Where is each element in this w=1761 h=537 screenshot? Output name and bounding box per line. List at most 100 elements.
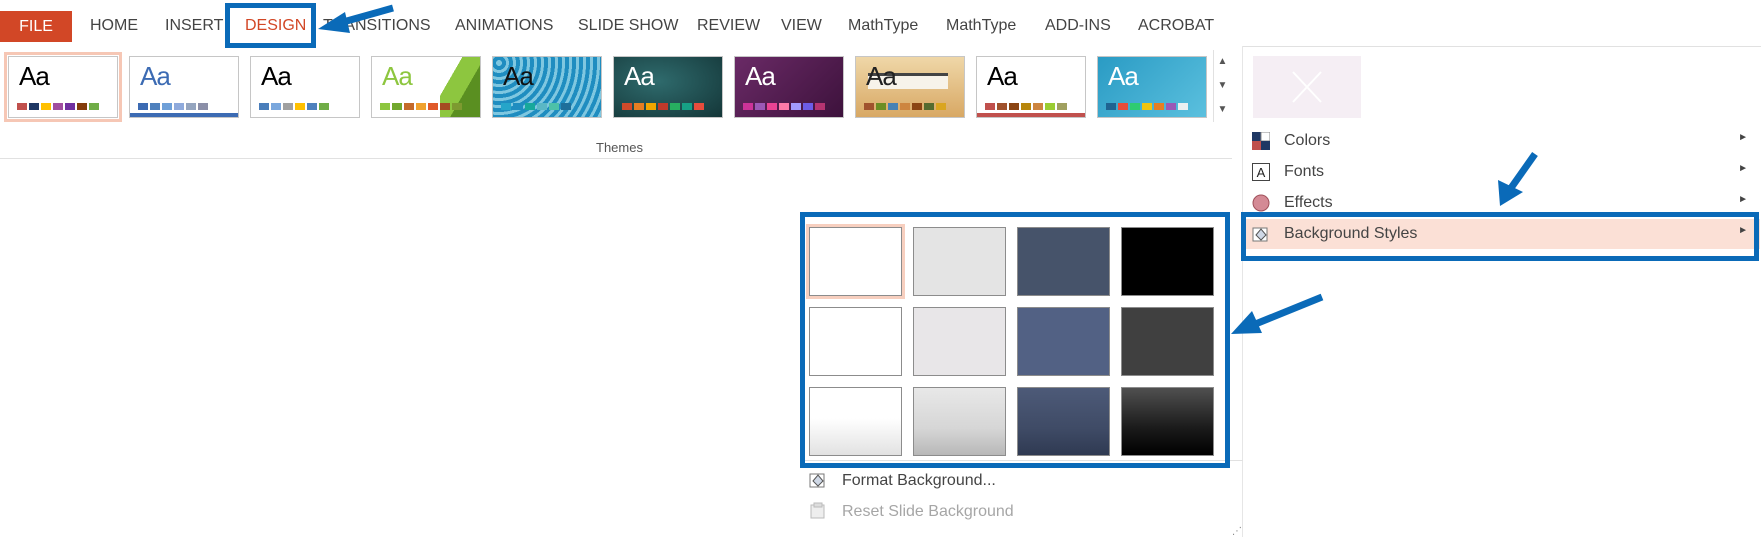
tab-insert[interactable]: INSERT [165, 10, 223, 42]
menu-item-fonts[interactable]: A Fonts ► [1244, 157, 1760, 187]
theme-slice[interactable]: Aa [734, 56, 844, 118]
theme-color-swatches [743, 103, 825, 110]
theme-berlin[interactable]: Aa [976, 56, 1086, 118]
color-swatch [815, 103, 825, 110]
color-swatch [985, 103, 995, 110]
color-swatch [525, 103, 535, 110]
theme-integral[interactable]: Aa [250, 56, 360, 118]
submenu-arrow-icon: ► [1738, 194, 1748, 205]
color-swatch [89, 103, 99, 110]
theme-wisp[interactable]: Aa [855, 56, 965, 118]
color-swatch [259, 103, 269, 110]
color-swatch [428, 103, 438, 110]
theme-office-theme[interactable]: Aa [4, 52, 122, 122]
color-swatch [1142, 103, 1152, 110]
effects-label: Effects [1284, 194, 1333, 211]
scroll-up-icon[interactable]: ▲ [1214, 50, 1231, 74]
reset-background-icon [810, 502, 825, 519]
tab-add-ins[interactable]: ADD-INS [1045, 10, 1111, 42]
color-swatch [755, 103, 765, 110]
tab-slide-show[interactable]: SLIDE SHOW [578, 10, 678, 42]
color-swatch [392, 103, 402, 110]
theme-color-swatches [501, 103, 571, 110]
theme-organic[interactable]: Aa [492, 56, 602, 118]
color-swatch [912, 103, 922, 110]
theme-color-swatches [985, 103, 1067, 110]
theme-frame[interactable]: Aa [1097, 56, 1207, 118]
placeholder-x-icon [1292, 71, 1322, 103]
color-swatch [1033, 103, 1043, 110]
theme-facet[interactable]: Aa [129, 56, 239, 118]
variant-thumbnail[interactable] [1253, 56, 1361, 118]
color-swatch [513, 103, 523, 110]
theme-retrospect[interactable]: Aa [613, 56, 723, 118]
color-swatch [658, 103, 668, 110]
more-themes-icon[interactable]: ▼ [1214, 98, 1231, 122]
submenu-arrow-icon: ► [1738, 132, 1748, 143]
theme-color-swatches [138, 103, 208, 110]
scroll-down-icon[interactable]: ▼ [1214, 74, 1231, 98]
color-swatch [924, 103, 934, 110]
tab-mathtype-2[interactable]: MathType [946, 10, 1016, 42]
theme-ion-boardroom[interactable]: Aa [371, 56, 481, 118]
tab-view[interactable]: VIEW [781, 10, 822, 42]
format-background-icon [809, 473, 825, 488]
color-swatch [1118, 103, 1128, 110]
tab-file[interactable]: FILE [0, 11, 72, 42]
theme-color-swatches [259, 103, 329, 110]
ribbon-divider [0, 158, 1232, 159]
color-swatch [1166, 103, 1176, 110]
color-swatch [936, 103, 946, 110]
tab-transitions[interactable]: TRANSITIONS [323, 10, 431, 42]
theme-accent-bar [977, 113, 1085, 117]
tab-acrobat[interactable]: ACROBAT [1138, 10, 1214, 42]
tab-review[interactable]: REVIEW [697, 10, 760, 42]
color-swatch [440, 103, 450, 110]
arrow-to-gallery-icon [1231, 293, 1324, 334]
theme-sample-text: Aa [503, 61, 534, 91]
color-swatch [29, 103, 39, 110]
theme-accent-bar [130, 113, 238, 117]
color-swatch [694, 103, 704, 110]
tab-animations[interactable]: ANIMATIONS [455, 10, 553, 42]
color-swatch [1130, 103, 1140, 110]
fonts-icon: A [1252, 163, 1270, 181]
color-swatch [900, 103, 910, 110]
theme-sample-text: Aa [1108, 61, 1139, 91]
color-swatch [174, 103, 184, 110]
color-swatch [17, 103, 27, 110]
theme-sample-text: Aa [866, 61, 897, 91]
color-swatch [1106, 103, 1116, 110]
color-swatch [646, 103, 656, 110]
color-swatch [1021, 103, 1031, 110]
theme-sample-text: Aa [745, 61, 776, 91]
svg-text:A: A [1257, 165, 1266, 180]
resize-grip-icon[interactable]: ⋰ [1232, 526, 1242, 537]
color-swatch [791, 103, 801, 110]
tab-mathtype-1[interactable]: MathType [848, 10, 918, 42]
tab-home[interactable]: HOME [90, 10, 138, 42]
color-swatch [319, 103, 329, 110]
color-swatch [634, 103, 644, 110]
color-swatch [77, 103, 87, 110]
color-swatch [41, 103, 51, 110]
color-swatch [65, 103, 75, 110]
theme-color-swatches [17, 103, 99, 110]
color-swatch [803, 103, 813, 110]
color-swatch [138, 103, 148, 110]
theme-sample-text: Aa [987, 61, 1018, 91]
theme-sample-text: Aa [261, 61, 292, 91]
themes-scroll-buttons: ▲ ▼ ▼ [1213, 50, 1230, 122]
theme-sample-text: Aa [140, 61, 171, 91]
menu-item-colors[interactable]: Colors ► [1244, 126, 1760, 156]
color-swatch [186, 103, 196, 110]
background-styles-highlight-box [1241, 212, 1759, 261]
submenu-arrow-icon: ► [1738, 163, 1748, 174]
color-swatch [271, 103, 281, 110]
color-swatch [53, 103, 63, 110]
color-swatch [876, 103, 886, 110]
variants-top-line [1243, 46, 1761, 47]
format-background-label: Format Background... [842, 472, 996, 489]
gallery-highlight-box [800, 212, 1230, 468]
theme-sample-text: Aa [19, 61, 50, 91]
